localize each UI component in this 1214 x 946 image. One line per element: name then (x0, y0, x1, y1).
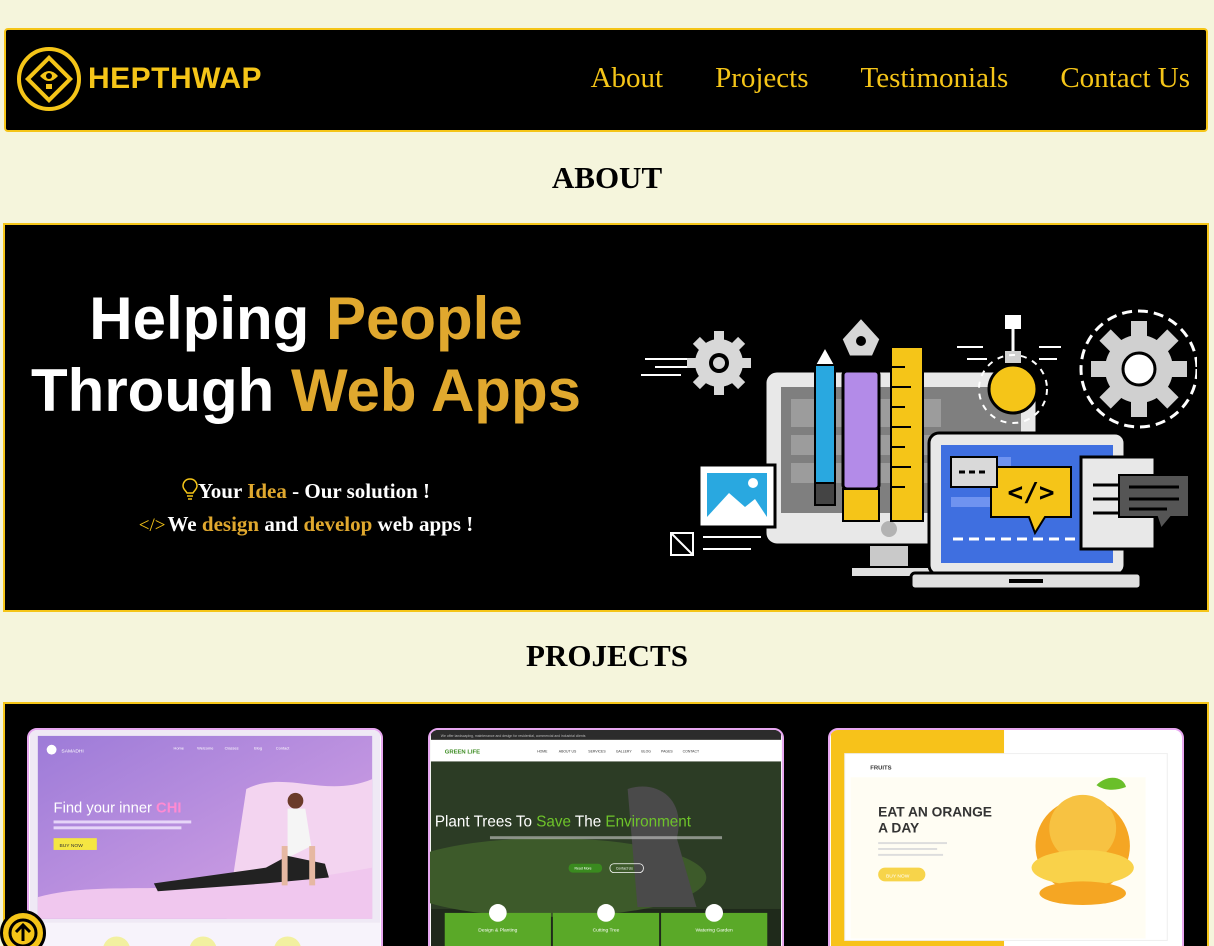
hero-heading-line1-gold: People (325, 285, 523, 352)
tagline2-develop: develop (303, 512, 373, 536)
nav-projects[interactable]: Projects (715, 62, 808, 95)
code-icon: </> (138, 515, 166, 536)
brand-name: HEPTHWAP (88, 62, 263, 95)
gl-nav-blog: BLOG (641, 750, 651, 754)
project-card-green-life[interactable]: We offer landscaping, maintenance and de… (428, 728, 784, 946)
tagline-idea: Your Idea - Our solution ! (5, 478, 607, 504)
about-hero: Helping People Through Web Apps Your Ide… (3, 223, 1209, 612)
hero-heading-line2-gold: Web Apps (290, 357, 581, 424)
gl-nav-gallery: GALLERY (616, 750, 633, 754)
gl-nav-services: SERVICES (588, 750, 606, 754)
tagline2-design: design (201, 512, 260, 536)
project-card-fruits[interactable]: FRUITS EAT AN ORANGE A DAY BUY NOW (828, 728, 1184, 946)
tagline2-part-c: and (259, 512, 304, 536)
tagline2-part-a: We (167, 512, 202, 536)
fruits-buy-button: BUY NOW (886, 874, 910, 880)
ruler-icon (890, 346, 924, 522)
yoga-buy-button: BUY NOW (59, 843, 83, 849)
svg-text:</>: </> (1008, 478, 1055, 508)
speed-lines-icon (641, 358, 689, 376)
lightbulb-icon (182, 478, 198, 500)
arrow-up-icon (8, 918, 38, 946)
green-life-topbar: We offer landscaping, maintenance and de… (441, 734, 586, 738)
nav-contact-us[interactable]: Contact Us (1060, 62, 1190, 95)
projects-section-title: PROJECTS (526, 638, 688, 673)
tagline-design-develop: </>We design and develop web apps ! (5, 512, 607, 537)
hero-heading-line1-white: Helping (89, 285, 326, 352)
gl-read-more: Read More (575, 867, 592, 871)
gl-feature-cutting: Cutting Tree (593, 928, 620, 934)
hero-heading-line2-white: Through (31, 357, 291, 424)
hero-heading: Helping People Through Web Apps (5, 283, 607, 427)
box-lines-icon (670, 532, 761, 556)
main-nav: About Projects Testimonials Contact Us (591, 62, 1190, 95)
fruits-headline-1: EAT AN ORANGE (878, 805, 992, 820)
yoga-nav-blog: Blog (254, 746, 262, 751)
projects-showcase: SAMADHI Home Welcome Classes Blog Contac… (3, 702, 1209, 946)
tagline1-idea: Idea (247, 479, 287, 503)
gl-nav-contact: CONTACT (683, 750, 700, 754)
nav-testimonials[interactable]: Testimonials (861, 62, 1009, 95)
gl-nav-home: HOME (537, 750, 548, 754)
gl-nav-pages: PAGES (661, 750, 673, 754)
nav-about[interactable]: About (591, 62, 664, 95)
gl-feature-watering: Watering Garden (696, 928, 733, 934)
green-life-brand: GREEN LIFE (445, 750, 480, 756)
yoga-brand: SAMADHI (61, 749, 83, 755)
marker-icon (841, 369, 881, 522)
pen-nib-icon (839, 314, 883, 359)
yoga-nav-welcome: Welcome (197, 746, 213, 751)
small-gear-icon (687, 331, 751, 395)
navbar: HEPTHWAP About Projects Testimonials Con… (4, 28, 1208, 132)
web-development-illustration: </> (641, 309, 1197, 591)
tagline1-part-a: Your (197, 479, 248, 503)
yoga-site-screenshot: SAMADHI Home Welcome Classes Blog Contac… (29, 730, 381, 946)
gl-contact-us: Contact Us (616, 867, 633, 871)
large-gear-icon (1079, 309, 1197, 429)
gl-feature-design: Design & Planting (478, 928, 517, 934)
yoga-nav-home: Home (174, 746, 184, 751)
project-card-yoga[interactable]: SAMADHI Home Welcome Classes Blog Contac… (27, 728, 383, 946)
document-icon (1079, 455, 1190, 551)
pencil-icon (813, 344, 837, 506)
logo-icon (17, 47, 81, 111)
image-icon (697, 463, 777, 529)
fruits-brand: FRUITS (870, 765, 891, 771)
brand-logo[interactable]: HEPTHWAP (16, 46, 262, 112)
green-life-site-screenshot: We offer landscaping, maintenance and de… (430, 730, 782, 946)
yoga-nav-classes: Classes (225, 746, 239, 751)
yoga-nav-contact: Contact (276, 746, 290, 751)
tagline2-part-e: web apps ! (372, 512, 474, 536)
fruits-site-screenshot: FRUITS EAT AN ORANGE A DAY BUY NOW (830, 730, 1182, 946)
green-life-headline: Plant Trees To Save The Environment (435, 813, 692, 830)
green-life-feature-boxes: Design & Planting Cutting Tree Watering … (444, 904, 768, 946)
fruits-headline-2: A DAY (878, 820, 919, 835)
yoga-headline: Find your inner CHI (54, 801, 182, 817)
gl-nav-about: ABOUT US (559, 750, 577, 754)
about-section-title: ABOUT (551, 160, 663, 195)
tagline1-part-c: - Our solution ! (286, 479, 431, 503)
